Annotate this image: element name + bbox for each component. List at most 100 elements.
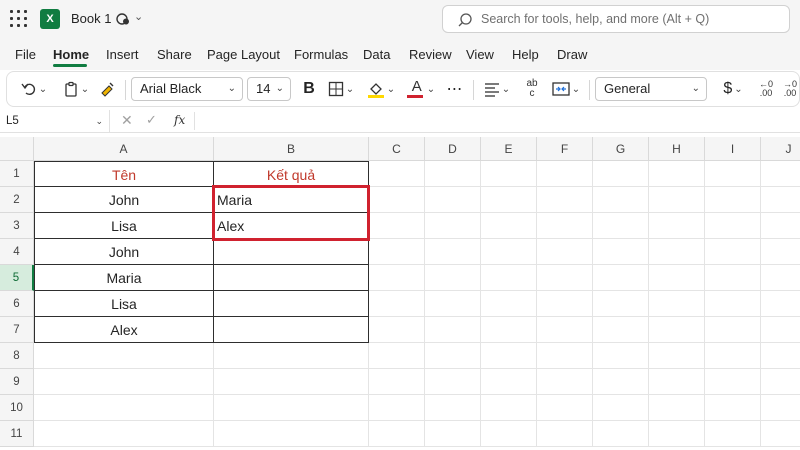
cell-f1[interactable] [537, 161, 593, 187]
cell-j2[interactable] [761, 187, 800, 213]
cell-g2[interactable] [593, 187, 649, 213]
cell-c4[interactable] [369, 239, 425, 265]
row-header-4[interactable]: 4 [0, 239, 34, 265]
cell-a3[interactable]: Lisa [34, 213, 214, 239]
cell-i6[interactable] [705, 291, 761, 317]
cell-e2[interactable] [481, 187, 537, 213]
cell-f5[interactable] [537, 265, 593, 291]
column-header-f[interactable]: F [537, 137, 593, 161]
font-name-select[interactable]: Arial Black ⌄ [131, 77, 243, 101]
cell-h10[interactable] [649, 395, 705, 421]
cell-a9[interactable] [34, 369, 214, 395]
cell-d7[interactable] [425, 317, 481, 343]
cell-a6[interactable]: Lisa [34, 291, 214, 317]
format-painter-button[interactable] [95, 72, 119, 106]
cell-d10[interactable] [425, 395, 481, 421]
cell-f7[interactable] [537, 317, 593, 343]
cell-b10[interactable] [214, 395, 369, 421]
cell-h4[interactable] [649, 239, 705, 265]
column-header-c[interactable]: C [369, 137, 425, 161]
cell-a10[interactable] [34, 395, 214, 421]
cell-e10[interactable] [481, 395, 537, 421]
cell-c11[interactable] [369, 421, 425, 447]
cell-g11[interactable] [593, 421, 649, 447]
row-header-11[interactable]: 11 [0, 421, 34, 447]
insert-function-button[interactable]: fx [174, 113, 185, 127]
cell-d2[interactable] [425, 187, 481, 213]
column-header-j[interactable]: J [761, 137, 800, 161]
cell-g9[interactable] [593, 369, 649, 395]
cell-h5[interactable] [649, 265, 705, 291]
column-header-e[interactable]: E [481, 137, 537, 161]
row-header-6[interactable]: 6 [0, 291, 34, 317]
cell-e11[interactable] [481, 421, 537, 447]
tab-draw[interactable]: Draw [557, 47, 587, 62]
tab-share[interactable]: Share [157, 47, 192, 62]
cell-f11[interactable] [537, 421, 593, 447]
cell-c1[interactable] [369, 161, 425, 187]
cell-f2[interactable] [537, 187, 593, 213]
cell-c3[interactable] [369, 213, 425, 239]
title-dropdown-chevron-icon[interactable]: ⌄ [134, 10, 143, 23]
tab-review[interactable]: Review [409, 47, 452, 62]
cell-a1[interactable]: Tên [34, 161, 214, 187]
cell-c2[interactable] [369, 187, 425, 213]
merge-button[interactable]: ⌄ [547, 72, 585, 106]
cell-e1[interactable] [481, 161, 537, 187]
cell-h6[interactable] [649, 291, 705, 317]
paste-button[interactable]: ⌄ [59, 72, 93, 106]
cell-d1[interactable] [425, 161, 481, 187]
select-all-corner[interactable] [0, 137, 34, 161]
cell-f10[interactable] [537, 395, 593, 421]
cell-h1[interactable] [649, 161, 705, 187]
currency-button[interactable]: $ ⌄ [715, 72, 751, 106]
cell-j11[interactable] [761, 421, 800, 447]
decrease-decimal-button[interactable]: →0 .00 [779, 72, 800, 106]
cell-j5[interactable] [761, 265, 800, 291]
cell-h3[interactable] [649, 213, 705, 239]
cell-g6[interactable] [593, 291, 649, 317]
cell-d3[interactable] [425, 213, 481, 239]
search-input[interactable]: Search for tools, help, and more (Alt + … [442, 5, 790, 33]
cell-c10[interactable] [369, 395, 425, 421]
cell-b1[interactable]: Kết quả [214, 161, 369, 187]
tab-formulas[interactable]: Formulas [294, 47, 348, 62]
cell-i11[interactable] [705, 421, 761, 447]
sync-status-icon[interactable] [116, 12, 130, 26]
cell-b5[interactable] [214, 265, 369, 291]
cell-b9[interactable] [214, 369, 369, 395]
cell-a5[interactable]: Maria [34, 265, 214, 291]
cell-j7[interactable] [761, 317, 800, 343]
cell-i10[interactable] [705, 395, 761, 421]
cell-e4[interactable] [481, 239, 537, 265]
cell-a2[interactable]: John [34, 187, 214, 213]
cell-i3[interactable] [705, 213, 761, 239]
cell-a8[interactable] [34, 343, 214, 369]
cell-j8[interactable] [761, 343, 800, 369]
column-header-b[interactable]: B [214, 137, 369, 161]
cell-j6[interactable] [761, 291, 800, 317]
cell-h9[interactable] [649, 369, 705, 395]
cell-a11[interactable] [34, 421, 214, 447]
row-header-2[interactable]: 2 [0, 187, 34, 213]
cell-e9[interactable] [481, 369, 537, 395]
tab-view[interactable]: View [466, 47, 494, 62]
cell-f4[interactable] [537, 239, 593, 265]
cell-c9[interactable] [369, 369, 425, 395]
cell-g1[interactable] [593, 161, 649, 187]
cell-j3[interactable] [761, 213, 800, 239]
borders-button[interactable]: ⌄ [325, 72, 357, 106]
cell-g10[interactable] [593, 395, 649, 421]
row-header-3[interactable]: 3 [0, 213, 34, 239]
cell-i9[interactable] [705, 369, 761, 395]
cell-i8[interactable] [705, 343, 761, 369]
cell-e5[interactable] [481, 265, 537, 291]
row-header-10[interactable]: 10 [0, 395, 34, 421]
cell-b4[interactable] [214, 239, 369, 265]
cell-e3[interactable] [481, 213, 537, 239]
cell-d6[interactable] [425, 291, 481, 317]
cell-f8[interactable] [537, 343, 593, 369]
cell-h7[interactable] [649, 317, 705, 343]
tab-page-layout[interactable]: Page Layout [207, 47, 280, 62]
cell-d8[interactable] [425, 343, 481, 369]
